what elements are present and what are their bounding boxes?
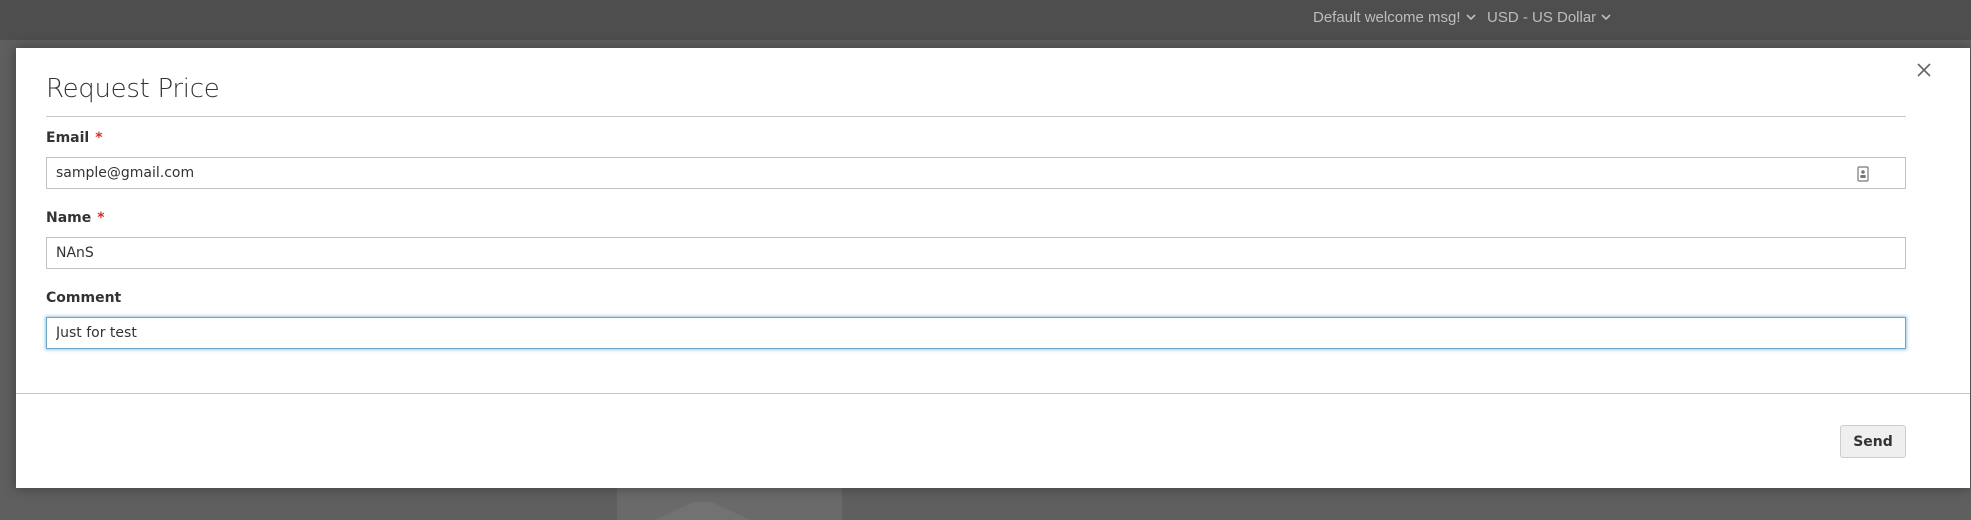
top-header-bar: Default welcome msg! USD - US Dollar — [0, 0, 1971, 40]
name-label: Name * — [46, 210, 105, 226]
comment-label: Comment — [46, 290, 121, 306]
comment-field[interactable] — [46, 317, 1906, 349]
title-divider — [46, 116, 1906, 117]
request-price-modal: Request Price Email * Name * Comment Send — [16, 48, 1970, 488]
currency-switcher[interactable]: USD - US Dollar — [1487, 9, 1611, 26]
send-button[interactable]: Send — [1840, 425, 1906, 458]
welcome-message-text: Default welcome msg! — [1313, 9, 1461, 26]
modal-title: Request Price — [46, 74, 220, 104]
email-label-text: Email — [46, 130, 90, 146]
footer-divider — [16, 393, 1970, 394]
chevron-down-icon — [1465, 14, 1476, 21]
currency-text: USD - US Dollar — [1487, 9, 1597, 26]
close-icon — [1917, 63, 1931, 77]
close-button[interactable] — [1912, 58, 1936, 82]
name-label-text: Name — [46, 210, 92, 226]
name-field[interactable] — [46, 237, 1906, 269]
required-marker: * — [95, 130, 103, 146]
contact-card-icon[interactable] — [1856, 166, 1870, 182]
comment-label-text: Comment — [46, 290, 122, 306]
welcome-message-dropdown[interactable]: Default welcome msg! — [1313, 9, 1476, 26]
email-field[interactable] — [46, 157, 1906, 189]
required-marker: * — [97, 210, 105, 226]
email-label: Email * — [46, 130, 103, 146]
chevron-down-icon — [1601, 14, 1611, 21]
